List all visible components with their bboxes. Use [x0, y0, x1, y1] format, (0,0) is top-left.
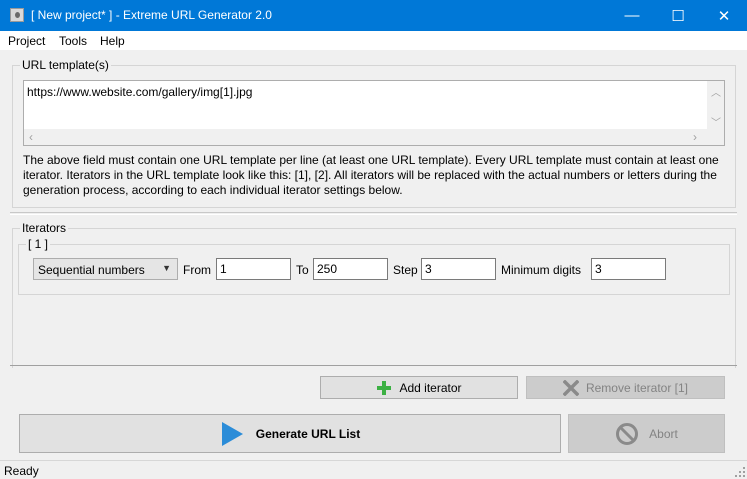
step-label: Step	[393, 263, 418, 277]
menu-bar: Project Tools Help	[0, 31, 747, 50]
maximize-button[interactable]: ☐	[655, 0, 701, 31]
status-bar: Ready	[0, 460, 747, 479]
scroll-corner	[707, 129, 724, 145]
url-templates-label: URL template(s)	[20, 58, 111, 72]
scroll-down-icon[interactable]: ﹀	[711, 114, 721, 129]
panel-splitter[interactable]	[10, 212, 737, 215]
x-icon	[562, 379, 579, 396]
status-text: Ready	[4, 464, 39, 478]
close-button[interactable]: ✕	[701, 0, 747, 31]
abort-button[interactable]: Abort	[568, 414, 725, 453]
add-iterator-label: Add iterator	[399, 380, 462, 395]
remove-iterator-button[interactable]: Remove iterator [1]	[526, 376, 725, 399]
horizontal-scrollbar[interactable]: ‹ ›	[24, 129, 707, 145]
min-digits-label: Minimum digits	[501, 263, 582, 277]
resize-grip-icon[interactable]	[735, 467, 745, 477]
iterator-type-select[interactable]: Sequential numbers ▼	[33, 258, 178, 280]
generate-url-list-button[interactable]: Generate URL List	[19, 414, 561, 453]
minimize-button[interactable]: —	[609, 0, 655, 31]
to-input[interactable]	[313, 258, 388, 280]
scroll-right-icon[interactable]: ›	[693, 130, 697, 144]
url-template-input[interactable]: https://www.website.com/gallery/img[1].j…	[23, 80, 725, 146]
template-help-text: The above field must contain one URL tem…	[23, 153, 719, 197]
chevron-down-icon: ▼	[162, 263, 171, 273]
plus-icon	[376, 380, 392, 396]
no-entry-icon	[615, 422, 639, 446]
play-icon	[220, 421, 244, 447]
title-bar: [ New project* ] - Extreme URL Generator…	[0, 0, 747, 31]
abort-label: Abort	[649, 426, 678, 441]
minimize-icon: —	[624, 7, 640, 24]
remove-iterator-label: Remove iterator [1]	[585, 380, 689, 395]
add-iterator-button[interactable]: Add iterator	[320, 376, 518, 399]
menu-help[interactable]: Help	[100, 34, 125, 48]
iterators-divider	[10, 365, 737, 366]
app-icon	[10, 8, 24, 22]
from-input[interactable]	[216, 258, 291, 280]
iterator-type-value: Sequential numbers	[38, 263, 145, 277]
scroll-up-icon[interactable]: ︿	[711, 84, 721, 99]
url-template-text: https://www.website.com/gallery/img[1].j…	[27, 85, 253, 99]
generate-label: Generate URL List	[255, 426, 361, 441]
menu-tools[interactable]: Tools	[59, 34, 87, 48]
vertical-scrollbar[interactable]: ︿ ﹀	[707, 81, 724, 129]
window-title: [ New project* ] - Extreme URL Generator…	[31, 8, 272, 22]
iterators-label: Iterators	[20, 221, 69, 235]
from-label: From	[183, 263, 211, 277]
scroll-left-icon[interactable]: ‹	[29, 130, 33, 144]
iterator-1-label: [ 1 ]	[26, 237, 51, 251]
min-digits-input[interactable]	[591, 258, 666, 280]
to-label: To	[296, 263, 309, 277]
step-input[interactable]	[421, 258, 496, 280]
maximize-icon: ☐	[671, 7, 685, 25]
close-icon: ✕	[717, 7, 731, 25]
menu-project[interactable]: Project	[8, 34, 45, 48]
